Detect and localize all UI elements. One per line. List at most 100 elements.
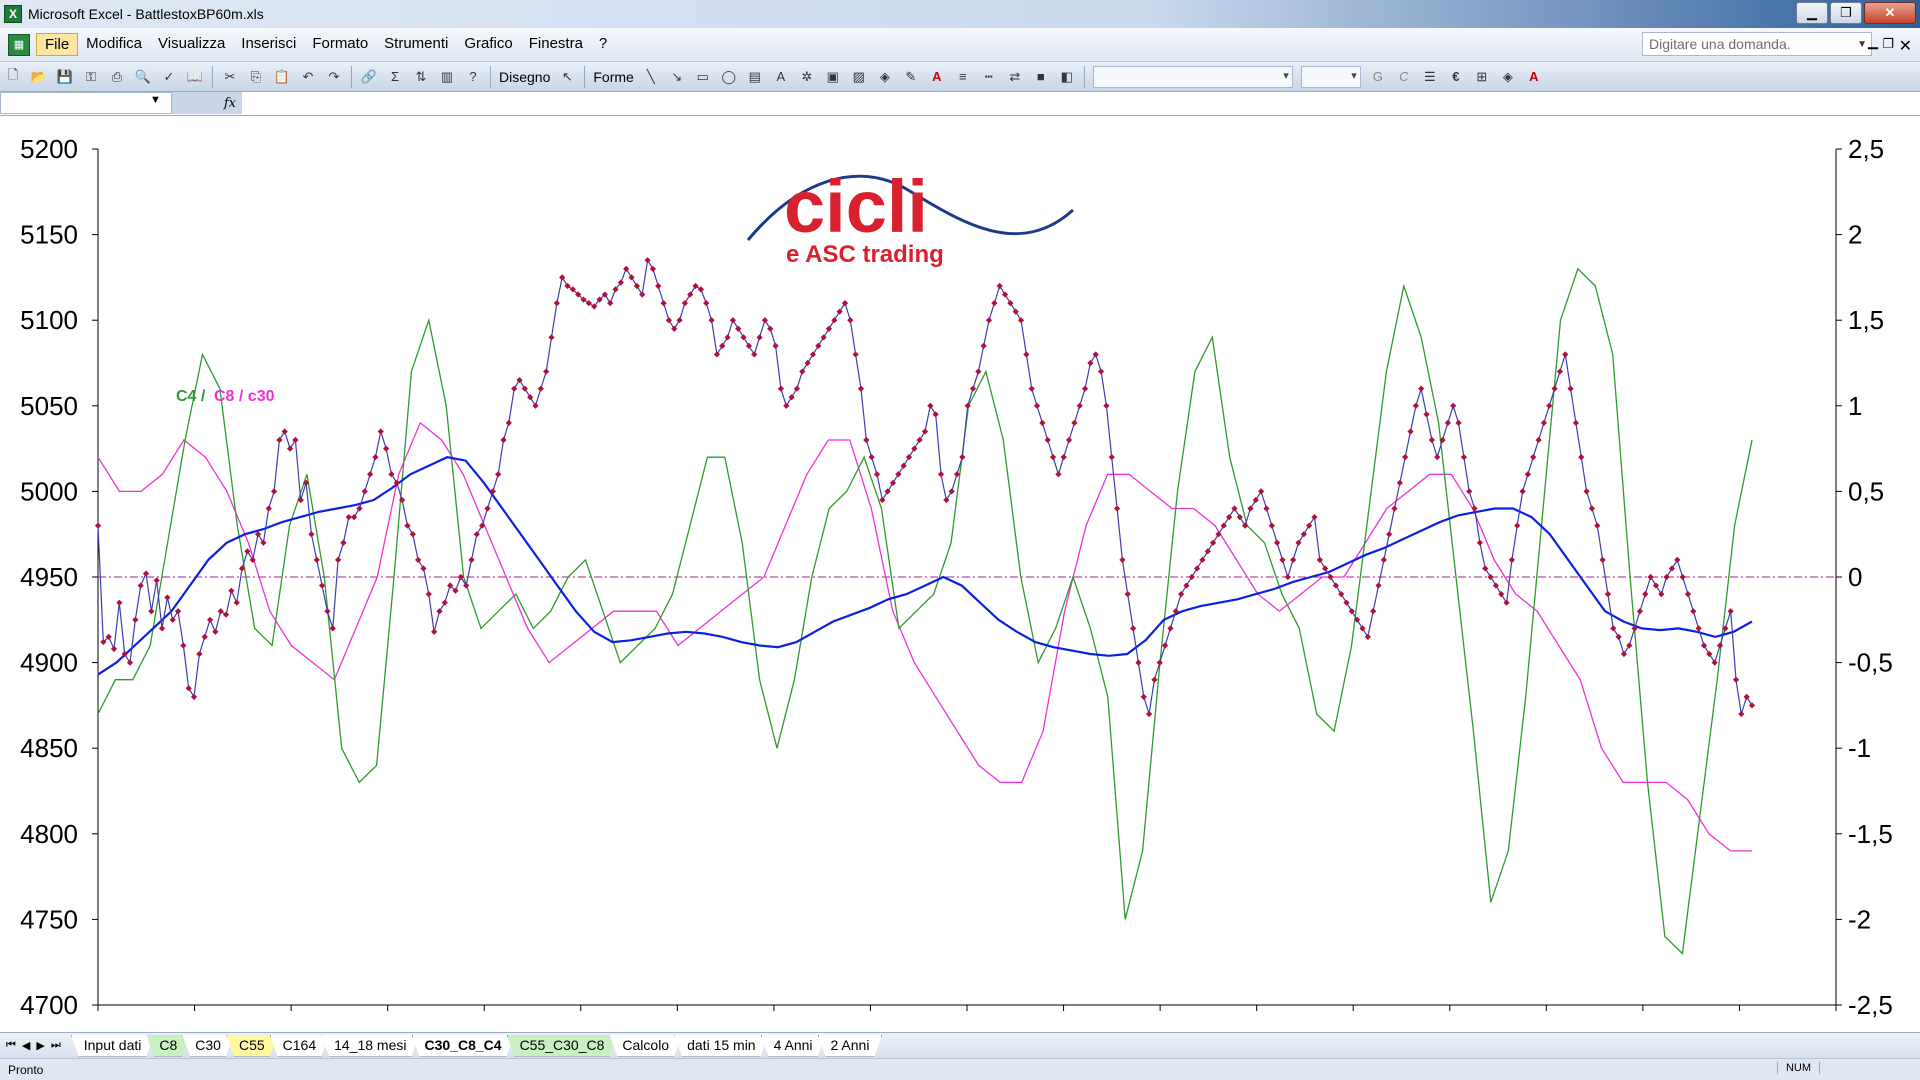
spelling-icon[interactable]: ✓ bbox=[158, 66, 180, 88]
picture-icon[interactable]: ▨ bbox=[848, 66, 870, 88]
menu-item-visualizza[interactable]: Visualizza bbox=[150, 33, 233, 56]
clipart-icon[interactable]: ▣ bbox=[822, 66, 844, 88]
fill-color-icon[interactable]: ◈ bbox=[874, 66, 896, 88]
line-icon[interactable]: ╲ bbox=[640, 66, 662, 88]
prev-sheet-icon[interactable]: ◀ bbox=[22, 1039, 30, 1052]
price-marker bbox=[799, 368, 806, 375]
fill-bucket-icon[interactable]: ◈ bbox=[1497, 66, 1519, 88]
line-color-icon[interactable]: ✎ bbox=[900, 66, 922, 88]
cursor-icon[interactable]: ↖ bbox=[556, 66, 578, 88]
font-size-combo[interactable] bbox=[1300, 65, 1361, 88]
close-button[interactable]: ✕ bbox=[1864, 2, 1916, 24]
question-input[interactable]: Digitare una domanda. ▼ bbox=[1642, 32, 1872, 56]
excel-icon[interactable]: X bbox=[4, 5, 22, 23]
sheet-tab[interactable]: 4 Anni bbox=[761, 1035, 826, 1057]
doc-close-icon[interactable]: ✕ bbox=[1899, 36, 1912, 56]
window-title: Microsoft Excel - BattlestoxBP60m.xls bbox=[28, 6, 264, 22]
chart-series bbox=[94, 257, 1756, 955]
font-color-icon[interactable]: A bbox=[926, 66, 948, 88]
price-marker bbox=[649, 265, 657, 272]
hyperlink-icon[interactable]: 🔗 bbox=[358, 66, 380, 88]
sheet-tab[interactable]: 2 Anni bbox=[818, 1035, 883, 1057]
menu-item-grafico[interactable]: Grafico bbox=[456, 33, 520, 56]
logo-title: cicli bbox=[784, 165, 928, 248]
toolbar-separator bbox=[490, 65, 491, 88]
minimize-button[interactable]: ▁ bbox=[1796, 2, 1828, 24]
print-preview-icon[interactable]: 🔍 bbox=[132, 66, 154, 88]
print-icon[interactable]: ⎙ bbox=[106, 66, 128, 88]
doc-restore-icon[interactable]: ❐ bbox=[1882, 36, 1894, 52]
borders-icon[interactable]: ⊞ bbox=[1471, 66, 1493, 88]
price-marker bbox=[1455, 419, 1462, 427]
last-sheet-icon[interactable]: ⏭ bbox=[51, 1039, 61, 1052]
new-icon[interactable]: 🗋 bbox=[2, 66, 24, 88]
wordart-icon[interactable]: A bbox=[770, 66, 792, 88]
rectangle-icon[interactable]: ▭ bbox=[692, 66, 714, 88]
price-marker bbox=[1119, 556, 1126, 563]
copy-icon[interactable]: ⎘ bbox=[245, 66, 267, 88]
3d-icon[interactable]: ◧ bbox=[1056, 66, 1078, 88]
diagram-icon[interactable]: ✲ bbox=[796, 66, 818, 88]
line-style-icon[interactable]: ≡ bbox=[952, 66, 974, 88]
redo-icon[interactable]: ↷ bbox=[323, 66, 345, 88]
sheet-tab[interactable]: C55 bbox=[226, 1035, 278, 1057]
sheet-tab[interactable]: C30 bbox=[182, 1035, 234, 1057]
bold-icon[interactable]: G bbox=[1367, 66, 1389, 88]
price-marker bbox=[505, 419, 512, 427]
menu-item-help[interactable]: ? bbox=[591, 33, 615, 56]
save-icon[interactable]: 💾 bbox=[54, 66, 76, 88]
paste-icon[interactable]: 📋 bbox=[271, 66, 293, 88]
sheet-tab[interactable]: C164 bbox=[270, 1035, 329, 1057]
price-marker bbox=[1087, 359, 1094, 367]
sheet-tab[interactable]: Calcolo bbox=[609, 1035, 682, 1057]
open-icon[interactable]: 📂 bbox=[28, 66, 50, 88]
draw-menu[interactable]: Disegno bbox=[495, 69, 554, 85]
menu-item-file[interactable]: File bbox=[36, 33, 79, 56]
shapes-menu[interactable]: Forme bbox=[589, 69, 637, 85]
sheet-tab[interactable]: C55_C30_C8 bbox=[507, 1035, 618, 1057]
menu-item-finestra[interactable]: Finestra bbox=[521, 33, 591, 56]
italic-icon[interactable]: C bbox=[1393, 66, 1415, 88]
sheet-tab[interactable]: dati 15 min bbox=[674, 1035, 768, 1057]
name-box[interactable] bbox=[0, 92, 172, 114]
menu-item-formato[interactable]: Formato bbox=[304, 33, 376, 56]
price-marker bbox=[1540, 419, 1548, 427]
dash-style-icon[interactable]: ┅ bbox=[978, 66, 1000, 88]
sheet-tab[interactable]: Input dati bbox=[71, 1035, 155, 1057]
first-sheet-icon[interactable]: ⏮ bbox=[6, 1039, 16, 1052]
shadow-icon[interactable]: ■ bbox=[1030, 66, 1052, 88]
fx-icon[interactable]: fx bbox=[172, 92, 242, 114]
help-icon[interactable]: ? bbox=[462, 66, 484, 88]
font-name-combo[interactable] bbox=[1092, 65, 1293, 88]
chevron-down-icon[interactable]: ▼ bbox=[150, 94, 161, 106]
menu-item-inserisci[interactable]: Inserisci bbox=[233, 33, 304, 56]
arrow-icon[interactable]: ↘ bbox=[666, 66, 688, 88]
chart-doc-icon[interactable]: ▦ bbox=[8, 33, 30, 56]
price-marker bbox=[1284, 573, 1291, 581]
textbox-icon[interactable]: ▤ bbox=[744, 66, 766, 88]
permission-icon[interactable]: ⚿ bbox=[80, 66, 102, 88]
euro-icon[interactable]: € bbox=[1445, 66, 1467, 88]
menu-item-strumenti[interactable]: Strumenti bbox=[376, 33, 456, 56]
arrow-style-icon[interactable]: ⇄ bbox=[1004, 66, 1026, 88]
next-sheet-icon[interactable]: ▶ bbox=[36, 1039, 44, 1052]
price-marker bbox=[527, 394, 534, 401]
price-marker bbox=[559, 274, 566, 281]
chevron-down-icon[interactable]: ▼ bbox=[1857, 39, 1867, 50]
cut-icon[interactable]: ✂ bbox=[219, 66, 241, 88]
undo-icon[interactable]: ↶ bbox=[297, 66, 319, 88]
sheet-tab[interactable]: 14_18 mesi bbox=[321, 1035, 419, 1057]
ellipse-icon[interactable]: ◯ bbox=[718, 66, 740, 88]
align-icon[interactable]: ☰ bbox=[1419, 66, 1441, 88]
price-marker bbox=[511, 385, 518, 392]
autosum-icon[interactable]: Σ bbox=[384, 66, 406, 88]
research-icon[interactable]: 📖 bbox=[184, 66, 206, 88]
sort-icon[interactable]: ⇅ bbox=[410, 66, 432, 88]
sheet-tab[interactable]: C30_C8_C4 bbox=[412, 1035, 515, 1057]
text-color-icon[interactable]: A bbox=[1523, 66, 1545, 88]
price-marker bbox=[1258, 488, 1265, 495]
restore-button[interactable]: ❐ bbox=[1830, 2, 1862, 24]
doc-minimize-icon[interactable]: ▁ bbox=[1868, 34, 1878, 50]
chart-wizard-icon[interactable]: ▥ bbox=[436, 66, 458, 88]
menu-item-modifica[interactable]: Modifica bbox=[78, 33, 150, 56]
